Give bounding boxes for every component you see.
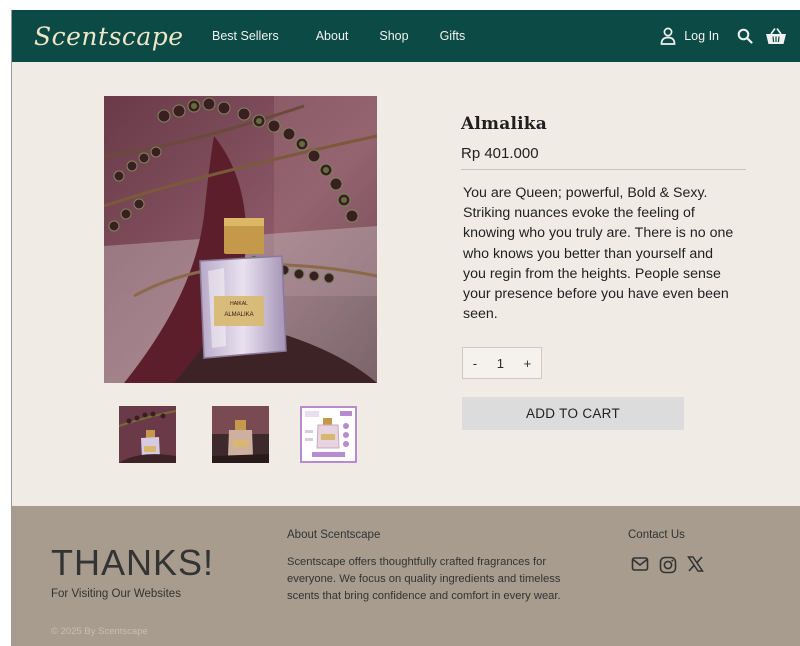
footer-contact-heading: Contact Us [628,529,685,541]
product-main-image: HAIKAL ALMALIKA [104,96,377,383]
nav-link-gifts[interactable]: Gifts [440,29,466,43]
nav-actions: Log In [660,10,787,62]
site-footer: THANKS! For Visiting Our Websites © 2025… [12,506,800,646]
product-thumbnail-1[interactable] [119,406,176,463]
quantity-decrement-button[interactable]: - [473,356,477,371]
product-price: Rp 401.000 [461,145,539,162]
footer-thanks-heading: THANKS! [51,542,215,583]
site-logo[interactable]: Scentscape [34,16,184,56]
logo-text: Scentscape [34,21,184,51]
product-thumbnail-3[interactable] [300,406,357,463]
top-navbar: Scentscape Best Sellers About Shop Gifts… [12,10,800,62]
nav-link-shop[interactable]: Shop [379,29,408,43]
login-link[interactable]: Log In [684,29,719,43]
x-icon[interactable] [687,556,704,574]
mail-icon[interactable] [631,556,649,574]
quantity-value[interactable]: 1 [497,356,504,371]
page-frame: Scentscape Best Sellers About Shop Gifts… [11,10,800,646]
footer-visiting-text: For Visiting Our Websites [51,588,181,600]
price-divider [461,169,746,170]
nav-links: Best Sellers About Shop Gifts [212,10,465,62]
nav-link-about[interactable]: About [316,29,349,43]
search-icon[interactable] [737,28,753,44]
product-thumbnail-2[interactable] [212,406,269,463]
footer-about-heading: About Scentscape [287,529,381,541]
bottle-label-text: ALMALIKA [224,312,253,318]
add-to-cart-button[interactable]: ADD TO CART [462,397,684,430]
footer-copyright: © 2025 By Scentscape [51,626,148,637]
instagram-icon[interactable] [659,556,677,574]
product-description: You are Queen; powerful, Bold & Sexy. St… [463,185,734,323]
bottle-brand-text: HAIKAL [230,301,248,307]
user-icon[interactable] [660,27,676,45]
footer-about-text: Scentscape offers thoughtfully crafted f… [287,556,561,602]
footer-social-links [631,556,704,574]
basket-icon[interactable] [765,27,787,45]
product-title: Almalika [461,114,547,134]
product-section: HAIKAL ALMALIKA Almalika Rp 401.000 You … [12,62,800,506]
nav-link-best-sellers[interactable]: Best Sellers [212,29,279,43]
quantity-increment-button[interactable]: + [524,356,532,371]
quantity-stepper: - 1 + [462,347,542,379]
